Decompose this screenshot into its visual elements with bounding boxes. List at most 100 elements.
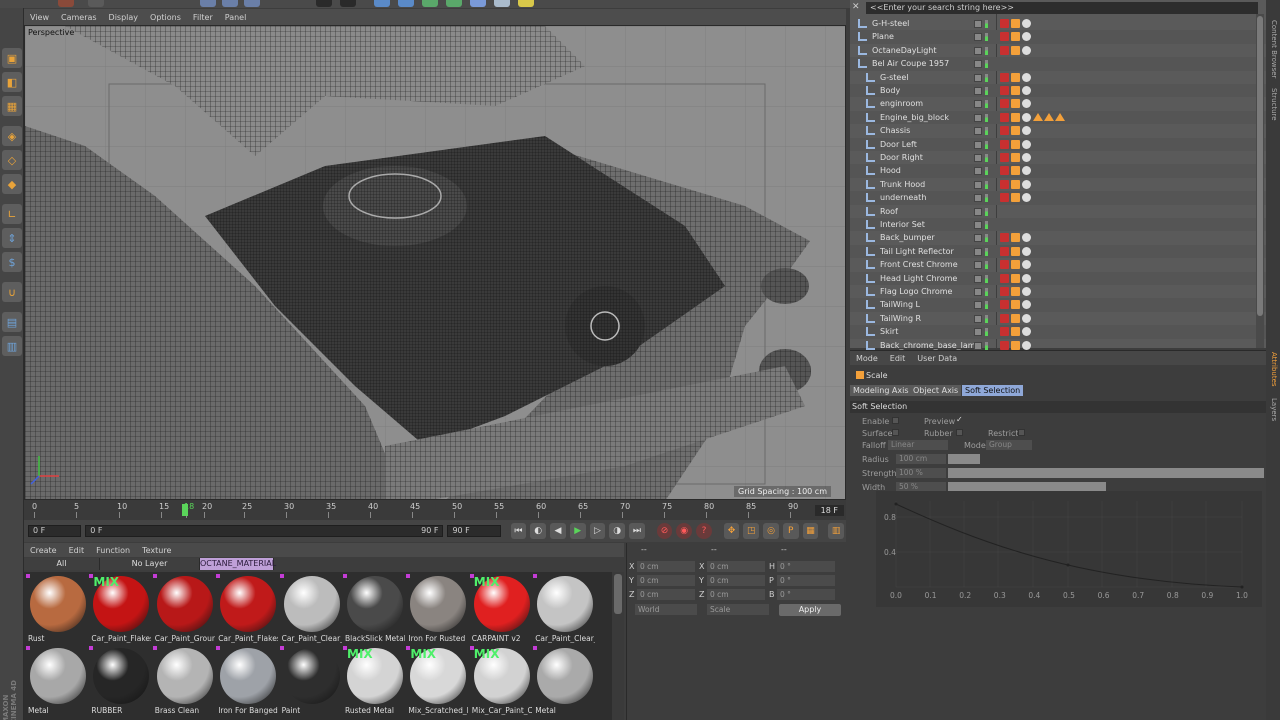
viewport-menu-display[interactable]: Display <box>103 13 145 22</box>
material-tag-icon[interactable] <box>1011 340 1020 350</box>
texture-mode-icon[interactable]: ▦ <box>2 96 22 116</box>
layer-checkbox[interactable] <box>974 87 982 95</box>
material-tag-icon[interactable] <box>1011 45 1020 55</box>
visibility-dots[interactable] <box>985 73 988 82</box>
autokey-icon[interactable]: ◉ <box>676 523 693 539</box>
scale-key-icon[interactable]: ◳ <box>743 523 760 539</box>
visibility-dots[interactable] <box>985 328 988 337</box>
material-tag-icon[interactable] <box>1000 327 1009 337</box>
object-row[interactable]: enginroom <box>850 97 1266 110</box>
material-tag-icon[interactable] <box>1011 193 1020 203</box>
material-item[interactable]: Car_Paint_Flakes <box>216 574 278 646</box>
preview-checkbox[interactable]: ✓ <box>956 415 963 424</box>
max-frame-field[interactable]: 90 F <box>447 525 501 537</box>
next-key-icon[interactable]: ◑ <box>609 523 626 539</box>
magnet-icon[interactable]: ∪ <box>2 282 22 302</box>
coord-value-field[interactable]: 0 cm <box>637 575 695 586</box>
material-tag-icon[interactable] <box>1000 193 1009 203</box>
material-tag-icon[interactable] <box>1000 246 1009 256</box>
object-row[interactable]: Front Crest Chrome <box>850 258 1266 271</box>
radius-field[interactable]: 100 cm <box>896 454 946 464</box>
material-item[interactable]: MIX Mix_Car_Paint_C <box>469 646 532 718</box>
material-tag-icon[interactable] <box>1011 86 1020 95</box>
render-pic-icon[interactable] <box>340 0 356 7</box>
falloff-select[interactable]: Linear <box>888 440 948 450</box>
layer-checkbox[interactable] <box>974 288 982 296</box>
material-tag-icon[interactable] <box>1000 86 1009 95</box>
material-tag-icon[interactable] <box>1022 179 1031 189</box>
object-row[interactable]: Plane <box>850 30 1266 44</box>
strength-field[interactable]: 100 % <box>896 468 946 478</box>
layer-checkbox[interactable] <box>974 274 982 283</box>
material-tag-icon[interactable] <box>1022 260 1031 270</box>
layer-checkbox[interactable] <box>974 33 982 42</box>
scene-icon[interactable] <box>494 0 510 7</box>
tab-object-axis[interactable]: Object Axis <box>910 385 962 396</box>
coord-value-field[interactable]: 0 cm <box>707 589 765 600</box>
material-item[interactable]: Brass Clean <box>152 646 215 718</box>
material-tag-icon[interactable] <box>1022 340 1031 350</box>
frame-range-slider[interactable]: 0 F 90 F <box>85 525 444 537</box>
material-tag-icon[interactable] <box>1011 179 1020 189</box>
object-row[interactable]: G-steel <box>850 71 1266 84</box>
object-row[interactable]: TailWing L <box>850 298 1266 312</box>
material-tag-icon[interactable] <box>1022 327 1031 337</box>
visibility-dots[interactable] <box>985 194 988 203</box>
restrict-checkbox[interactable] <box>1018 429 1025 436</box>
timeline[interactable]: 0 5 10 15 18 20 25 30 35 40 45 50 55 60 65 70 75 80 85 90 1… <box>24 500 846 520</box>
material-tag-icon[interactable] <box>1000 313 1009 323</box>
material-tag-icon[interactable] <box>1011 260 1020 270</box>
surface-checkbox[interactable] <box>892 429 899 436</box>
coord-value-field[interactable]: 0 cm <box>637 589 695 600</box>
render-view-icon[interactable] <box>316 0 332 7</box>
go-to-end-icon[interactable]: ⏭ <box>629 523 645 539</box>
pla-key-icon[interactable]: ▦ <box>802 523 819 539</box>
material-tag-icon[interactable] <box>1000 179 1009 189</box>
object-row[interactable]: Flag Logo Chrome <box>850 285 1266 298</box>
material-tag-icon[interactable] <box>1011 233 1020 243</box>
material-tag-icon[interactable] <box>1000 112 1009 122</box>
material-tag-icon[interactable] <box>1011 313 1020 323</box>
material-tag-icon[interactable] <box>1011 99 1020 109</box>
material-tag-icon[interactable] <box>1011 32 1020 42</box>
layer-checkbox[interactable] <box>974 180 982 189</box>
material-tag-icon[interactable] <box>1000 260 1009 270</box>
rubber-checkbox[interactable] <box>956 429 963 436</box>
play-icon[interactable]: ▶ <box>569 523 586 539</box>
material-tag-icon[interactable] <box>1011 246 1020 256</box>
viewport-menu-cameras[interactable]: Cameras <box>55 13 103 22</box>
material-scrollbar[interactable] <box>612 572 624 720</box>
model-mode-icon[interactable]: ◧ <box>2 72 22 92</box>
material-tag-icon[interactable] <box>1000 166 1009 176</box>
object-row[interactable]: Tail Light Reflector <box>850 244 1266 259</box>
viewport-menu-view[interactable]: View <box>24 13 55 22</box>
visibility-dots[interactable] <box>985 127 988 136</box>
material-tag-icon[interactable] <box>1011 112 1020 122</box>
material-tag-icon[interactable] <box>1011 72 1020 82</box>
visibility-dots[interactable] <box>985 221 988 229</box>
object-row[interactable]: Back_bumper <box>850 231 1266 244</box>
material-tag-icon[interactable] <box>1000 99 1009 109</box>
attribute-menu-user-data[interactable]: User Data <box>911 354 963 363</box>
material-tag-icon[interactable] <box>1011 139 1020 149</box>
coord-value-field[interactable]: 0 cm <box>637 561 695 572</box>
layer-checkbox[interactable] <box>974 221 982 229</box>
material-tag-icon[interactable] <box>1022 273 1031 283</box>
position-key-icon[interactable]: ✥ <box>723 523 740 539</box>
material-tag-icon[interactable] <box>1033 112 1043 121</box>
visibility-dots[interactable] <box>985 140 988 149</box>
layer-checkbox[interactable] <box>974 314 982 323</box>
rotate-icon[interactable] <box>200 0 216 7</box>
material-item[interactable]: BlackSlick Metal <box>343 574 405 646</box>
cube-icon[interactable] <box>374 0 390 7</box>
object-row[interactable]: Interior Set <box>850 218 1266 232</box>
material-tag-icon[interactable] <box>1022 193 1031 203</box>
viewport-menu-filter[interactable]: Filter <box>187 13 219 22</box>
material-tag-icon[interactable] <box>1000 45 1009 55</box>
material-item[interactable]: Iron For Rusted <box>406 574 468 646</box>
timeline-playhead[interactable] <box>182 504 188 516</box>
visibility-dots[interactable] <box>985 314 988 323</box>
material-menu-texture[interactable]: Texture <box>136 546 177 555</box>
visibility-dots[interactable] <box>985 20 988 28</box>
visibility-dots[interactable] <box>985 261 988 270</box>
